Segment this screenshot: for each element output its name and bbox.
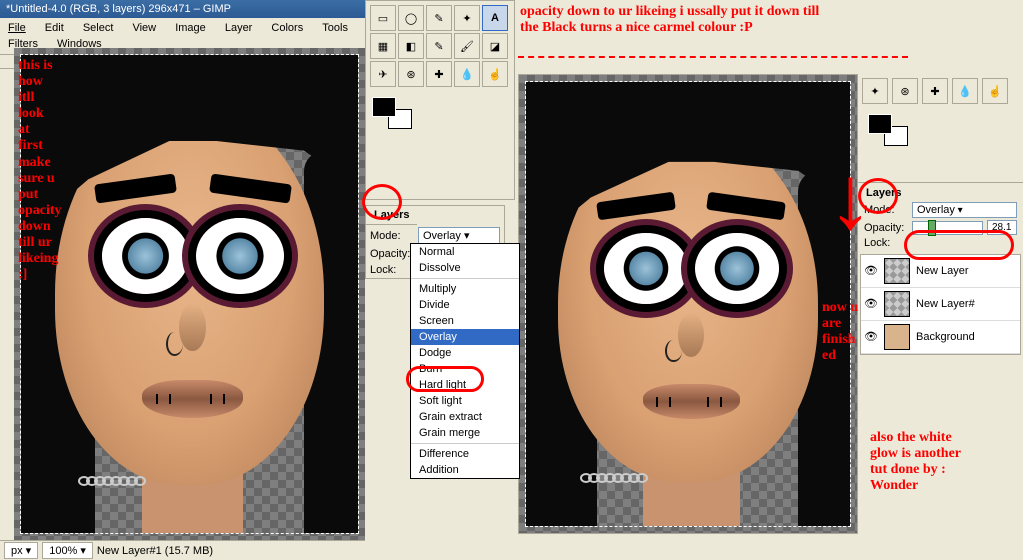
annotation-arrow: ↓ <box>828 180 873 216</box>
layer-thumb <box>884 324 910 350</box>
mode-overlay[interactable]: Overlay <box>411 329 519 345</box>
unit-selector[interactable]: px ▾ <box>4 542 38 559</box>
layer-name: New Layer <box>916 265 969 277</box>
pencil-tool[interactable]: ✎ <box>426 33 452 59</box>
window-titlebar: *Untitled-4.0 (RGB, 3 layers) 296x471 – … <box>0 0 365 18</box>
dock-tool-5[interactable]: ☝ <box>982 78 1008 104</box>
heal-tool[interactable]: ✚ <box>426 61 452 87</box>
image-canvas-left <box>20 54 359 534</box>
canvas-right[interactable] <box>518 74 858 534</box>
mode-divide[interactable]: Divide <box>411 297 519 313</box>
blend-mode-dropdown[interactable]: Normal Dissolve Multiply Divide Screen O… <box>410 243 520 479</box>
opacity-label: Opacity: <box>370 248 414 260</box>
blur-tool[interactable]: 💧 <box>454 61 480 87</box>
mode-dissolve[interactable]: Dissolve <box>411 260 519 276</box>
airbrush-tool[interactable]: ✈ <box>370 61 396 87</box>
menu-image[interactable]: Image <box>167 20 214 36</box>
foreground-color[interactable] <box>372 97 396 117</box>
menu-tools[interactable]: Tools <box>314 20 356 36</box>
menu-file[interactable]: File <box>0 20 34 36</box>
visibility-icon[interactable]: 👁 <box>864 297 878 311</box>
lock-label: Lock: <box>370 264 414 276</box>
menu-colors[interactable]: Colors <box>263 20 311 36</box>
clone-tool[interactable]: ⊛ <box>398 61 424 87</box>
annotation-finished: now u are finish ed <box>822 300 858 364</box>
visibility-icon[interactable]: 👁 <box>864 330 878 344</box>
mode-softlight[interactable]: Soft light <box>411 393 519 409</box>
annotation-top: opacity down to ur likeing i ussally put… <box>520 4 819 36</box>
layer-item[interactable]: 👁 Background <box>861 321 1020 354</box>
color-swatch-right[interactable] <box>862 114 912 148</box>
layer-name: Background <box>916 331 975 343</box>
dock-tool-3[interactable]: ✚ <box>922 78 948 104</box>
mode-normal[interactable]: Normal <box>411 244 519 260</box>
mode-dodge[interactable]: Dodge <box>411 345 519 361</box>
annotation-circle-overlay <box>406 366 484 392</box>
bucket-tool[interactable]: ▦ <box>370 33 396 59</box>
text-tool[interactable]: A <box>482 5 508 31</box>
menu-edit[interactable]: Edit <box>37 20 72 36</box>
lasso-tool[interactable]: ✎ <box>426 5 452 31</box>
mode-addition[interactable]: Addition <box>411 462 519 478</box>
status-layer: New Layer#1 (15.7 MB) <box>97 545 213 557</box>
status-bar: px ▾ 100% ▾ New Layer#1 (15.7 MB) <box>0 540 365 560</box>
layer-thumb <box>884 291 910 317</box>
annotation-left: this is how itll look at first make sure… <box>18 58 62 283</box>
eraser-tool[interactable]: ◪ <box>482 33 508 59</box>
menu-select[interactable]: Select <box>75 20 122 36</box>
layer-list: 👁 New Layer 👁 New Layer# 👁 Background <box>860 254 1021 355</box>
mode-grainmerge[interactable]: Grain merge <box>411 425 519 441</box>
zoom-selector[interactable]: 100% ▾ <box>42 542 93 559</box>
toolbox: ▭ ◯ ✎ ✦ A ▦ ◧ ✎ 🖌 ◪ ✈ ⊛ ✚ 💧 ☝ <box>365 0 515 200</box>
menu-layer[interactable]: Layer <box>217 20 261 36</box>
wand-tool[interactable]: ✦ <box>454 5 480 31</box>
mode-screen[interactable]: Screen <box>411 313 519 329</box>
dock-toolbar: ✦ ⊛ ✚ 💧 ☝ <box>858 74 1023 108</box>
mode-label: Mode: <box>370 230 414 242</box>
dock-tool-2[interactable]: ⊛ <box>892 78 918 104</box>
mode-selector-right[interactable]: Overlay ▾ <box>912 202 1017 218</box>
brush-tool[interactable]: 🖌 <box>454 33 480 59</box>
layer-item[interactable]: 👁 New Layer# <box>861 288 1020 321</box>
annotation-circle-opacity <box>904 230 1014 260</box>
image-canvas-right <box>525 81 851 527</box>
annotation-circle-layers-icon <box>362 184 402 220</box>
mode-selector[interactable]: Overlay ▾ <box>418 227 500 244</box>
visibility-icon[interactable]: 👁 <box>864 264 878 278</box>
menu-view[interactable]: View <box>124 20 164 36</box>
rect-select-tool[interactable]: ▭ <box>370 5 396 31</box>
annotation-credit: also the white glow is another tut done … <box>870 430 961 494</box>
ellipse-select-tool[interactable]: ◯ <box>398 5 424 31</box>
mode-grainextract[interactable]: Grain extract <box>411 409 519 425</box>
gradient-tool[interactable]: ◧ <box>398 33 424 59</box>
mode-multiply[interactable]: Multiply <box>411 281 519 297</box>
color-swatch[interactable] <box>372 97 412 129</box>
smudge-tool[interactable]: ☝ <box>482 61 508 87</box>
layers-dock-right: ✦ ⊛ ✚ 💧 ☝ Layers Mode: Overlay ▾ Opacity… <box>858 74 1023 474</box>
canvas-left[interactable] <box>14 48 365 540</box>
mode-difference[interactable]: Difference <box>411 446 519 462</box>
annotation-divider <box>518 56 908 58</box>
layer-name: New Layer# <box>916 298 975 310</box>
layer-thumb <box>884 258 910 284</box>
dock-tool-4[interactable]: 💧 <box>952 78 978 104</box>
dock-tool-1[interactable]: ✦ <box>862 78 888 104</box>
